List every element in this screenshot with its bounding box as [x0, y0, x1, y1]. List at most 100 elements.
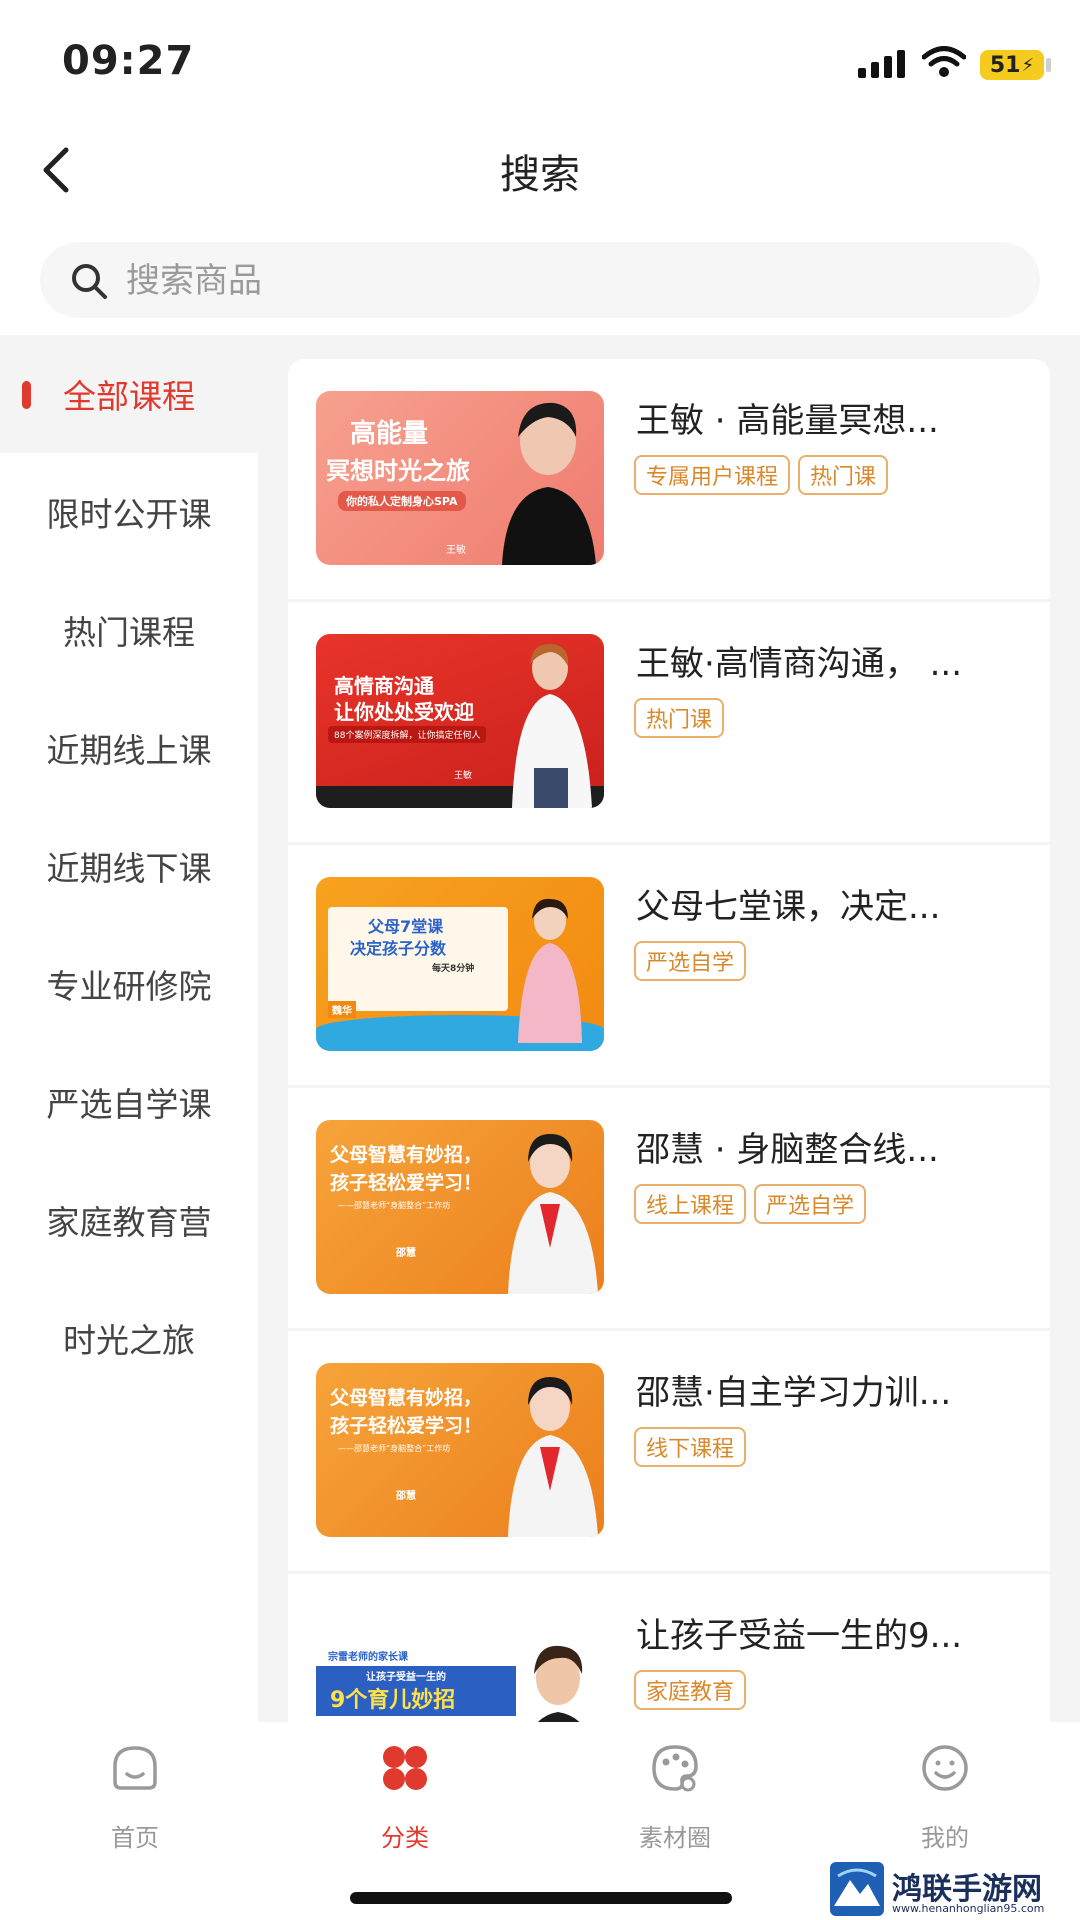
thumb-title-line: 父母7堂课: [368, 917, 444, 936]
course-tags: 线上课程 严选自学: [634, 1184, 867, 1224]
course-tag: 专属用户课程: [634, 455, 791, 495]
course-title: 邵慧 · 身脑整合线...: [636, 1130, 939, 1170]
thumb-title-line: 9个育儿妙招: [330, 1688, 456, 1713]
course-title: 王敏 · 高能量冥想...: [636, 401, 939, 441]
home-icon: [113, 1746, 157, 1790]
home-indicator: [350, 1892, 732, 1904]
category-label: 严选自学课: [46, 1085, 212, 1124]
course-tags: 热门课: [634, 698, 725, 738]
course-thumbnail: 宗雷老师的家长课 让孩子受益一生的 9个育儿妙招: [316, 1606, 604, 1722]
category-item-family-camp[interactable]: 家庭教育营: [0, 1161, 258, 1279]
thumb-title-line: 父母智慧有妙招，: [330, 1144, 483, 1166]
profile-icon: [922, 1745, 968, 1791]
tab-home[interactable]: 首页: [65, 1742, 205, 1852]
thumb-author: 王敏: [446, 545, 466, 556]
thumb-title-line: 孩子轻松爱学习！: [330, 1415, 483, 1437]
category-item-institute[interactable]: 专业研修院: [0, 925, 258, 1043]
course-thumbnail: 父母智慧有妙招， 孩子轻松爱学习！ ——邵慧老师“身脑整合”工作坊 邵慧: [316, 1120, 604, 1294]
category-item-self-study[interactable]: 严选自学课: [0, 1043, 258, 1161]
thumb-title-line: 高能量: [350, 419, 429, 449]
course-card[interactable]: 父母智慧有妙招， 孩子轻松爱学习！ ——邵慧老师“身脑整合”工作坊 邵慧 邵慧·…: [288, 1331, 1050, 1571]
thumb-author: 邵慧: [396, 1248, 416, 1259]
content-area: 全部课程 限时公开课 热门课程 近期线上课 近期线下课 专业研修院 严选自学课 …: [0, 335, 1080, 1722]
instructor-photo-icon: [502, 402, 596, 565]
category-item-offline[interactable]: 近期线下课: [0, 807, 258, 925]
category-label: 专业研修院: [46, 967, 212, 1006]
category-label: 限时公开课: [46, 495, 212, 534]
course-tag: 家庭教育: [634, 1670, 747, 1710]
course-card[interactable]: 父母智慧有妙招， 孩子轻松爱学习！ ——邵慧老师“身脑整合”工作坊 邵慧 邵慧 …: [288, 1088, 1050, 1328]
course-card[interactable]: 高情商沟通 让你处处受欢迎 88个案例深度拆解，让你搞定任何人 王敏 王敏·高情…: [288, 602, 1050, 842]
tab-label: 分类: [381, 1824, 429, 1852]
active-indicator: [22, 381, 31, 409]
category-sidebar: 全部课程 限时公开课 热门课程 近期线上课 近期线下课 专业研修院 严选自学课 …: [0, 335, 258, 1722]
search-bar[interactable]: [40, 242, 1040, 318]
search-input[interactable]: [124, 252, 1008, 310]
course-tag: 线上课程: [634, 1184, 747, 1224]
course-card[interactable]: 宗雷老师的家长课 让孩子受益一生的 9个育儿妙招 让孩子受益一生的9... 家庭…: [288, 1574, 1050, 1722]
category-item-limited-open[interactable]: 限时公开课: [0, 453, 258, 571]
course-tags: 专属用户课程 热门课: [634, 455, 889, 495]
thumb-title-line: 高情商沟通: [334, 674, 434, 698]
battery-tip: [1046, 58, 1051, 72]
thumb-title-line: 让孩子受益一生的: [366, 1672, 446, 1683]
course-card[interactable]: 父母7堂课 决定孩子分数 每天8分钟 魏华 父母七堂课，决定... 严选自学: [288, 845, 1050, 1085]
sidebar-filler: [0, 1391, 258, 1722]
wifi-icon: [922, 46, 966, 77]
course-tag: 热门课: [798, 455, 889, 495]
thumb-subtitle: ——邵慧老师“身脑整合”工作坊: [338, 1201, 451, 1210]
nav-bar: 搜索: [0, 120, 1080, 220]
thumb-title-line: 决定孩子分数: [350, 939, 447, 958]
tab-label: 素材圈: [639, 1824, 711, 1852]
course-title: 邵慧·自主学习力训...: [636, 1373, 952, 1413]
course-tags: 严选自学: [634, 941, 747, 981]
category-label: 热门课程: [63, 613, 195, 652]
course-tag: 热门课: [634, 698, 725, 738]
instructor-photo-icon: [508, 1377, 598, 1537]
tab-mine[interactable]: 我的: [875, 1742, 1015, 1852]
course-title: 让孩子受益一生的9...: [636, 1616, 963, 1656]
battery-level: 51: [989, 52, 1021, 78]
thumb-author: 魏华: [328, 1001, 356, 1018]
tab-category[interactable]: 分类: [335, 1742, 475, 1852]
course-tag: 严选自学: [634, 941, 747, 981]
watermark-logo-icon: [830, 1862, 884, 1916]
status-bar: 09:27 51 ⚡: [0, 0, 1080, 120]
thumb-author: 邵慧: [396, 1491, 416, 1502]
tab-label: 我的: [921, 1824, 969, 1852]
category-label: 家庭教育营: [46, 1203, 212, 1242]
category-item-time-travel[interactable]: 时光之旅: [0, 1279, 258, 1397]
category-item-popular[interactable]: 热门课程: [0, 571, 258, 689]
course-tag: 严选自学: [754, 1184, 867, 1224]
course-tag: 线下课程: [634, 1427, 747, 1467]
course-thumbnail: 高情商沟通 让你处处受欢迎 88个案例深度拆解，让你搞定任何人 王敏: [316, 634, 604, 808]
instructor-photo-icon: [512, 643, 592, 808]
thumb-subtitle: 宗雷老师的家长课: [328, 1652, 408, 1663]
course-card[interactable]: 高能量 冥想时光之旅 你的私人定制身心SPA 王敏 王敏 · 高能量冥想... …: [288, 359, 1050, 599]
thumb-title-line: 父母智慧有妙招，: [330, 1387, 483, 1409]
status-time: 09:27: [62, 38, 195, 84]
category-label: 近期线上课: [46, 731, 212, 770]
category-label: 近期线下课: [46, 849, 212, 888]
course-title: 王敏·高情商沟通， ...: [636, 644, 963, 684]
charging-bolt-icon: ⚡: [1021, 54, 1035, 76]
tab-material[interactable]: 素材圈: [605, 1742, 745, 1852]
thumb-title-line: 孩子轻松爱学习！: [330, 1172, 483, 1194]
category-label: 全部课程: [63, 377, 195, 416]
thumb-subtitle: 每天8分钟: [432, 964, 475, 974]
course-thumbnail: 高能量 冥想时光之旅 你的私人定制身心SPA 王敏: [316, 391, 604, 565]
category-item-all[interactable]: 全部课程: [0, 335, 258, 453]
course-list: 高能量 冥想时光之旅 你的私人定制身心SPA 王敏 王敏 · 高能量冥想... …: [288, 359, 1050, 1722]
page-title: 搜索: [500, 152, 580, 198]
watermark-url: www.henanhonglian95.com: [892, 1902, 1045, 1915]
course-title: 父母七堂课，决定...: [636, 887, 941, 927]
category-item-online[interactable]: 近期线上课: [0, 689, 258, 807]
course-thumbnail: 父母智慧有妙招， 孩子轻松爱学习！ ——邵慧老师“身脑整合”工作坊 邵慧: [316, 1363, 604, 1537]
watermark: 鸿联手游网 www.henanhonglian95.com: [830, 1862, 1080, 1920]
thumb-title-line: 让你处处受欢迎: [334, 700, 474, 724]
course-tags: 家庭教育: [634, 1670, 747, 1710]
cellular-signal-icon: [858, 50, 905, 78]
instructor-photo-icon: [518, 898, 582, 1043]
thumb-author: 王敏: [454, 771, 473, 781]
thumb-subtitle: 88个案例深度拆解，让你搞定任何人: [328, 726, 487, 743]
